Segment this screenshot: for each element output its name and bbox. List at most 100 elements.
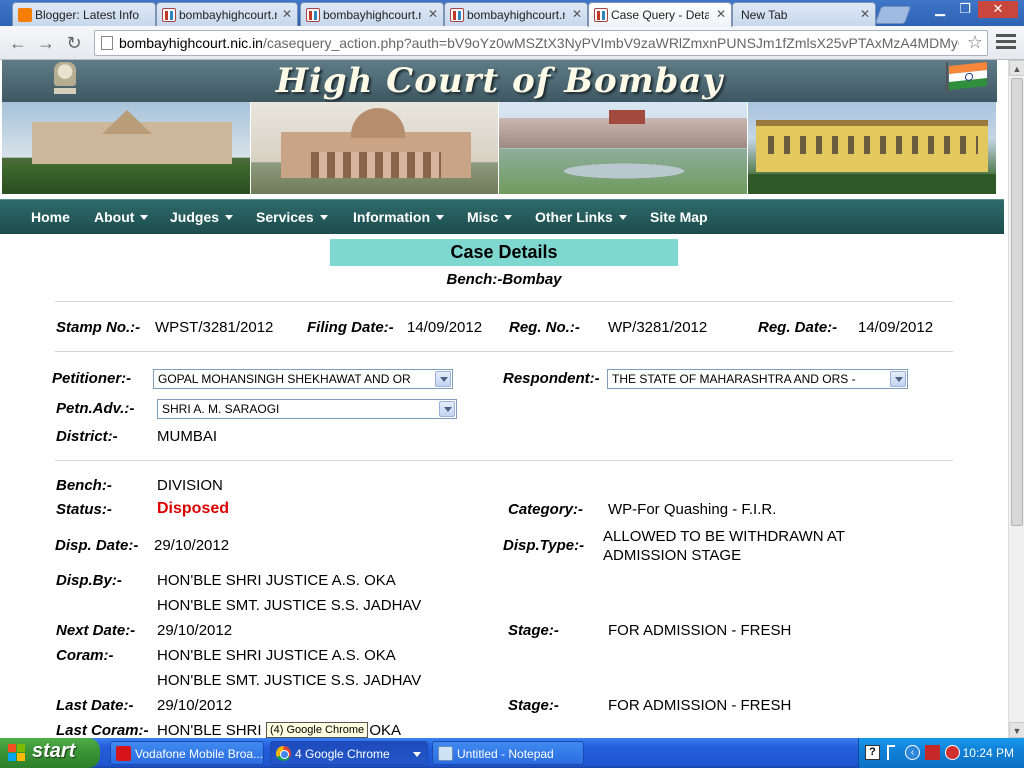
bookmark-star-icon[interactable]: ☆ bbox=[967, 32, 983, 53]
bench-division-value: DIVISION bbox=[157, 477, 223, 494]
taskbar-button-notepad[interactable]: Untitled - Notepad bbox=[432, 741, 584, 765]
tab-bhc-1[interactable]: bombayhighcourt.ni ✕ bbox=[156, 2, 298, 26]
coram-judge-2: HON'BLE SMT. JUSTICE S.S. JADHAV bbox=[157, 672, 422, 689]
taskbar-button-label: 4 Google Chrome bbox=[295, 747, 390, 761]
menu-item-label: Site Map bbox=[650, 209, 708, 225]
last-coram-label: Last Coram:- bbox=[56, 722, 149, 738]
petitioner-select[interactable]: GOPAL MOHANSINGH SHEKHAWAT AND OR bbox=[153, 369, 453, 389]
tab-title: New Tab bbox=[741, 8, 788, 22]
reg-no-value: WP/3281/2012 bbox=[608, 319, 708, 336]
building-photo-2 bbox=[251, 102, 499, 194]
scroll-down-arrow-icon[interactable]: ▼ bbox=[1009, 722, 1024, 738]
system-clock: 10:24 PM bbox=[962, 746, 1014, 760]
chevron-down-icon[interactable] bbox=[890, 371, 906, 387]
chevron-down-icon bbox=[413, 752, 421, 757]
stage-2-value: FOR ADMISSION - FRESH bbox=[608, 697, 792, 714]
close-tab-icon[interactable]: ✕ bbox=[716, 7, 726, 21]
menu-item-home[interactable]: Home bbox=[31, 209, 70, 225]
taskbar-button-vodafone[interactable]: Vodafone Mobile Broa... bbox=[110, 741, 264, 765]
menu-icon[interactable] bbox=[996, 34, 1016, 52]
next-date-value: 29/10/2012 bbox=[157, 622, 233, 639]
stamp-no-value: WPST/3281/2012 bbox=[155, 319, 274, 336]
security-shield-icon[interactable] bbox=[945, 745, 960, 760]
court-buildings-photo-strip bbox=[2, 102, 997, 194]
category-label: Category:- bbox=[508, 501, 584, 518]
chevron-down-icon[interactable] bbox=[435, 371, 451, 387]
bench-value: Bombay bbox=[502, 271, 562, 288]
tab-new-tab[interactable]: New Tab ✕ bbox=[732, 2, 876, 26]
close-tab-icon[interactable]: ✕ bbox=[572, 7, 582, 21]
divider bbox=[55, 351, 953, 352]
disp-by-judge-1: HON'BLE SHRI JUSTICE A.S. OKA bbox=[157, 572, 396, 589]
bench-line: Bench:-Bombay bbox=[0, 271, 1008, 288]
forward-arrow-icon[interactable]: → bbox=[34, 32, 58, 54]
address-bar[interactable]: bombayhighcourt.nic.in/casequery_action.… bbox=[94, 30, 988, 56]
chrome-icon bbox=[276, 746, 291, 761]
disp-by-judge-2: HON'BLE SMT. JUSTICE S.S. JADHAV bbox=[157, 597, 422, 614]
network-icon[interactable] bbox=[925, 745, 940, 760]
menu-item-label: Judges bbox=[170, 209, 220, 225]
reg-no-label: Reg. No.:- bbox=[509, 319, 580, 336]
minimize-button[interactable]: ▁ bbox=[928, 1, 952, 18]
url-host: bombayhighcourt.nic.in bbox=[119, 35, 263, 51]
petn-adv-label: Petn.Adv.:- bbox=[56, 400, 135, 417]
page-icon bbox=[101, 36, 113, 50]
maximize-button[interactable]: ❐ bbox=[953, 1, 977, 18]
menu-item-label: Other Links bbox=[535, 209, 613, 225]
new-tab-button[interactable] bbox=[874, 6, 912, 24]
close-window-button[interactable]: ✕ bbox=[978, 1, 1018, 18]
dropdown-caret-icon bbox=[436, 215, 444, 220]
divider bbox=[55, 460, 953, 461]
tab-bhc-2[interactable]: bombayhighcourt.ni ✕ bbox=[300, 2, 444, 26]
taskbar-tooltip: (4) Google Chrome bbox=[266, 722, 369, 738]
menu-item-information[interactable]: Information bbox=[353, 209, 444, 225]
tab-bhc-3[interactable]: bombayhighcourt.ni ✕ bbox=[444, 2, 588, 26]
windows-logo-icon bbox=[8, 744, 26, 762]
bhc-icon bbox=[594, 8, 608, 22]
filing-date-label: Filing Date:- bbox=[307, 319, 394, 336]
case-details-heading: Case Details bbox=[330, 239, 678, 266]
browser-toolbar: ← → ↻ bombayhighcourt.nic.in/casequery_a… bbox=[0, 26, 1024, 60]
speaker-icon[interactable] bbox=[887, 745, 895, 760]
menu-item-site-map[interactable]: Site Map bbox=[650, 209, 708, 225]
scrollbar-thumb[interactable] bbox=[1011, 78, 1023, 526]
status-value: Disposed bbox=[157, 500, 230, 517]
site-title: High Court of Bombay bbox=[275, 61, 724, 101]
taskbar-button-chrome[interactable]: 4 Google Chrome bbox=[270, 741, 428, 765]
menu-item-other-links[interactable]: Other Links bbox=[535, 209, 627, 225]
expand-tray-icon[interactable]: ‹ bbox=[905, 745, 920, 760]
tab-blogger[interactable]: Blogger: Latest Info bbox=[12, 2, 156, 26]
menu-item-services[interactable]: Services bbox=[256, 209, 328, 225]
petn-adv-select[interactable]: SHRI A. M. SARAOGI bbox=[157, 399, 457, 419]
page-scrollbar[interactable]: ▲ ▼ bbox=[1008, 60, 1024, 738]
main-nav-menu: Home About Judges Services Information M… bbox=[0, 199, 1004, 234]
close-tab-icon[interactable]: ✕ bbox=[860, 7, 870, 21]
respondent-select[interactable]: THE STATE OF MAHARASHTRA AND ORS - bbox=[607, 369, 908, 389]
close-tab-icon[interactable]: ✕ bbox=[282, 7, 292, 21]
back-arrow-icon[interactable]: ← bbox=[6, 32, 30, 54]
menu-item-label: Information bbox=[353, 209, 430, 225]
reload-icon[interactable]: ↻ bbox=[62, 32, 86, 54]
petn-adv-selected-value: SHRI A. M. SARAOGI bbox=[162, 402, 280, 416]
tab-case-query[interactable]: Case Query - Detail ✕ bbox=[588, 2, 732, 27]
menu-item-misc[interactable]: Misc bbox=[467, 209, 513, 225]
bench-label: Bench:- bbox=[446, 271, 503, 288]
close-tab-icon[interactable]: ✕ bbox=[428, 7, 438, 21]
stage-label: Stage:- bbox=[508, 622, 559, 639]
menu-item-about[interactable]: About bbox=[94, 209, 149, 225]
notepad-icon bbox=[438, 746, 453, 761]
dropdown-caret-icon bbox=[140, 215, 149, 220]
chevron-down-icon[interactable] bbox=[439, 401, 455, 417]
dropdown-caret-icon bbox=[319, 215, 328, 220]
last-coram-value-start: HON'BLE SHRI bbox=[157, 722, 262, 738]
menu-item-label: Misc bbox=[467, 209, 499, 225]
dropdown-caret-icon bbox=[618, 215, 627, 220]
scroll-up-arrow-icon[interactable]: ▲ bbox=[1009, 60, 1024, 76]
url-text: bombayhighcourt.nic.in/casequery_action.… bbox=[119, 35, 959, 51]
vodafone-icon bbox=[116, 746, 131, 761]
taskbar-button-label: Untitled - Notepad bbox=[457, 747, 554, 761]
start-button[interactable]: start bbox=[0, 738, 100, 768]
help-icon[interactable]: ? bbox=[865, 745, 880, 760]
stage-2-label: Stage:- bbox=[508, 697, 559, 714]
menu-item-judges[interactable]: Judges bbox=[170, 209, 234, 225]
